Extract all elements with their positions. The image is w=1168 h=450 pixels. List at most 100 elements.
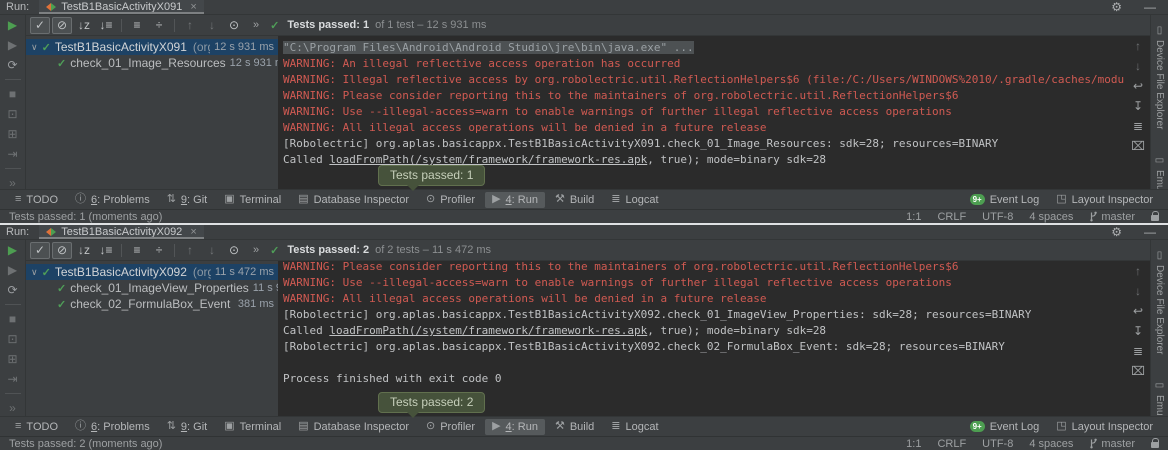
clear-console-icon[interactable]: ⌧ bbox=[1131, 366, 1145, 377]
line-endings[interactable]: CRLF bbox=[937, 438, 966, 450]
toolwindow-button-logcat[interactable]: ≣Logcat bbox=[604, 419, 665, 435]
toggle-auto-test-icon[interactable]: ⟳ bbox=[7, 59, 17, 71]
rerun-failed-tests-icon[interactable]: ▶ bbox=[8, 264, 17, 276]
toolwindow-button-run[interactable]: ▶4: Run bbox=[485, 192, 545, 208]
run-tab-x091[interactable]: TestB1BasicActivityX091 × bbox=[39, 0, 204, 14]
show-ignored-icon[interactable]: ⊘ bbox=[52, 242, 72, 259]
lock-icon[interactable] bbox=[1151, 442, 1159, 448]
test-tree-root-row[interactable]: ∨ ✓ TestB1BasicActivityX092 (org.aplas.b… bbox=[26, 264, 278, 280]
event-log-button[interactable]: 9+Event Log bbox=[963, 419, 1047, 435]
file-path-link[interactable]: loadFromPath(/system/framework/framework… bbox=[329, 324, 647, 337]
toolwindow-button-database-inspector[interactable]: ▤Database Inspector bbox=[291, 192, 416, 208]
stop-icon[interactable]: ■ bbox=[9, 88, 16, 100]
rerun-failed-tests-icon[interactable]: ▶ bbox=[8, 39, 17, 51]
toolwindow-button-todo[interactable]: ≡TODO bbox=[8, 192, 65, 208]
toolwindow-button-build[interactable]: ⚒Build bbox=[548, 192, 601, 208]
toolwindow-button-problems[interactable]: ⓘ6: Problems bbox=[68, 419, 157, 435]
test-history-icon[interactable]: ⊙ bbox=[224, 242, 244, 259]
show-ignored-icon[interactable]: ⊘ bbox=[52, 17, 72, 34]
show-passed-icon[interactable]: ✓ bbox=[30, 242, 50, 259]
indent-setting[interactable]: 4 spaces bbox=[1029, 211, 1073, 223]
test-history-icon[interactable]: ⊙ bbox=[224, 17, 244, 34]
dock-device-file-explorer[interactable]: ▯Device File Explorer bbox=[1154, 250, 1165, 354]
test-tree-case-row[interactable]: ✓ check_01_Image_Resources 12 s 931 ms bbox=[26, 55, 278, 71]
scroll-down-icon[interactable]: ↓ bbox=[1135, 61, 1141, 72]
previous-occurrence-icon[interactable]: ↑ bbox=[180, 242, 200, 259]
screenshot-camera-icon[interactable]: ⊡ bbox=[7, 108, 17, 120]
scroll-up-icon[interactable]: ↑ bbox=[1135, 266, 1141, 277]
soft-wrap-icon[interactable]: ↩ bbox=[1133, 81, 1143, 92]
toolwindow-button-problems[interactable]: ⓘ6: Problems bbox=[68, 192, 157, 208]
toolwindow-button-database-inspector[interactable]: ▤Database Inspector bbox=[291, 419, 416, 435]
toolwindow-button-git[interactable]: ⇅9: Git bbox=[160, 192, 215, 208]
expand-all-icon[interactable]: ≡ bbox=[127, 242, 147, 259]
settings-gear-icon[interactable]: ⚙ bbox=[1111, 226, 1122, 238]
next-occurrence-icon[interactable]: ↓ bbox=[202, 17, 222, 34]
dock-device-file-explorer[interactable]: ▯Device File Explorer bbox=[1154, 25, 1165, 129]
rerun-icon[interactable]: ▶ bbox=[8, 19, 17, 31]
more-toolbar-chevron-icon[interactable]: » bbox=[253, 244, 259, 256]
indent-setting[interactable]: 4 spaces bbox=[1029, 438, 1073, 450]
close-icon[interactable]: × bbox=[190, 226, 196, 238]
sort-by-duration-icon[interactable]: ↓≡ bbox=[96, 17, 116, 34]
toolwindow-button-profiler[interactable]: ⊙Profiler bbox=[419, 192, 482, 208]
show-passed-icon[interactable]: ✓ bbox=[30, 17, 50, 34]
pin-tab-icon[interactable]: ⇥ bbox=[7, 373, 17, 385]
file-encoding[interactable]: UTF-8 bbox=[982, 211, 1013, 223]
test-tree-case-row[interactable]: ✓ check_01_ImageView_Properties 11 s 91 … bbox=[26, 280, 278, 296]
hide-window-icon[interactable]: — bbox=[1144, 1, 1156, 13]
close-icon[interactable]: × bbox=[190, 1, 196, 13]
file-encoding[interactable]: UTF-8 bbox=[982, 438, 1013, 450]
toolwindow-button-profiler[interactable]: ⊙Profiler bbox=[419, 419, 482, 435]
collapse-all-icon[interactable]: ÷ bbox=[149, 242, 169, 259]
run-tab-x092[interactable]: TestB1BasicActivityX092 × bbox=[39, 225, 204, 239]
rerun-icon[interactable]: ▶ bbox=[8, 244, 17, 256]
layout-inspector-button[interactable]: ◳Layout Inspector bbox=[1049, 192, 1160, 208]
file-path-link[interactable]: loadFromPath(/system/framework/framework… bbox=[329, 153, 647, 166]
stop-icon[interactable]: ■ bbox=[9, 313, 16, 325]
sort-alphabetically-icon[interactable]: ↓z bbox=[74, 242, 94, 259]
scroll-to-end-icon[interactable]: ↧ bbox=[1133, 326, 1143, 337]
sort-alphabetically-icon[interactable]: ↓z bbox=[74, 17, 94, 34]
toolwindow-button-logcat[interactable]: ≣Logcat bbox=[604, 192, 665, 208]
pin-tab-icon[interactable]: ⇥ bbox=[7, 148, 17, 160]
lock-icon[interactable] bbox=[1151, 215, 1159, 221]
layout-inspector-button[interactable]: ◳Layout Inspector bbox=[1049, 419, 1160, 435]
more-toolbar-chevron-icon[interactable]: » bbox=[253, 19, 259, 31]
git-branch-widget[interactable]: master bbox=[1089, 438, 1135, 450]
toolwindow-button-git[interactable]: ⇅9: Git bbox=[160, 419, 215, 435]
caret-position[interactable]: 1:1 bbox=[906, 211, 921, 223]
more-options-chevron-icon[interactable]: » bbox=[9, 177, 16, 189]
test-tree-case-row[interactable]: ✓ check_02_FormulaBox_Event 381 ms bbox=[26, 296, 278, 312]
toggle-auto-test-icon[interactable]: ⟳ bbox=[7, 284, 17, 296]
more-options-chevron-icon[interactable]: » bbox=[9, 402, 16, 414]
event-log-button[interactable]: 9+Event Log bbox=[963, 192, 1047, 208]
soft-wrap-icon[interactable]: ↩ bbox=[1133, 306, 1143, 317]
dock-emulator[interactable]: ▭Emulator bbox=[1154, 155, 1165, 189]
print-icon[interactable]: ≣ bbox=[1133, 346, 1143, 357]
scroll-down-icon[interactable]: ↓ bbox=[1135, 286, 1141, 297]
caret-position[interactable]: 1:1 bbox=[906, 438, 921, 450]
line-endings[interactable]: CRLF bbox=[937, 211, 966, 223]
previous-occurrence-icon[interactable]: ↑ bbox=[180, 17, 200, 34]
toolwindow-button-terminal[interactable]: ▣Terminal bbox=[217, 192, 288, 208]
next-occurrence-icon[interactable]: ↓ bbox=[202, 242, 222, 259]
toolwindow-button-todo[interactable]: ≡TODO bbox=[8, 419, 65, 435]
scroll-up-icon[interactable]: ↑ bbox=[1135, 41, 1141, 52]
screenshot-camera-icon[interactable]: ⊡ bbox=[7, 333, 17, 345]
sort-by-duration-icon[interactable]: ↓≡ bbox=[96, 242, 116, 259]
toolwindow-button-terminal[interactable]: ▣Terminal bbox=[217, 419, 288, 435]
clear-console-icon[interactable]: ⌧ bbox=[1131, 141, 1145, 152]
expand-all-icon[interactable]: ≡ bbox=[127, 17, 147, 34]
hide-window-icon[interactable]: — bbox=[1144, 226, 1156, 238]
expand-arrow-icon[interactable]: ∨ bbox=[31, 42, 38, 53]
toolwindow-button-run[interactable]: ▶4: Run bbox=[485, 419, 545, 435]
settings-gear-icon[interactable]: ⚙ bbox=[1111, 1, 1122, 13]
expand-arrow-icon[interactable]: ∨ bbox=[31, 267, 38, 278]
toolwindow-button-build[interactable]: ⚒Build bbox=[548, 419, 601, 435]
test-tree-root-row[interactable]: ∨ ✓ TestB1BasicActivityX091 (org.aplas.b… bbox=[26, 39, 278, 55]
restore-layout-icon[interactable]: ⊞ bbox=[7, 353, 17, 365]
dock-emulator[interactable]: ▭Emulator bbox=[1154, 380, 1165, 416]
git-branch-widget[interactable]: master bbox=[1089, 211, 1135, 223]
print-icon[interactable]: ≣ bbox=[1133, 121, 1143, 132]
